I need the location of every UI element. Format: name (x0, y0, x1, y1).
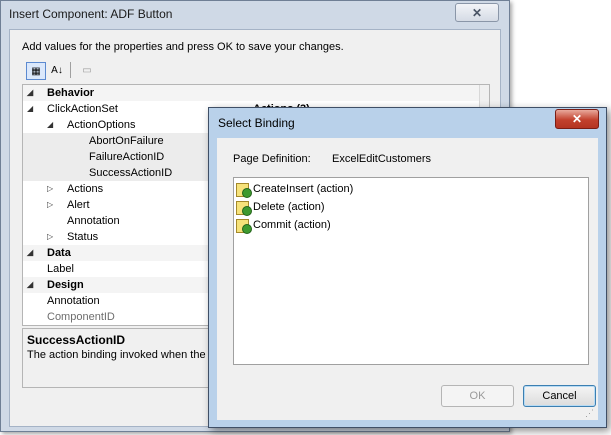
dialog-client-area: Page Definition: ExcelEditCustomers Crea… (217, 138, 598, 420)
action-binding-icon (236, 182, 252, 198)
property-label: Status (67, 231, 99, 243)
binding-label: Commit (action) (253, 219, 331, 231)
cancel-button[interactable]: Cancel (523, 385, 596, 407)
property-label: Label (47, 263, 74, 275)
dialog-close-button[interactable]: ✕ (555, 109, 599, 129)
binding-list-item[interactable]: Commit (action) (236, 216, 331, 234)
binding-list-item[interactable]: Delete (action) (236, 198, 325, 216)
select-binding-dialog: Select Binding ✕ Page Definition: ExcelE… (208, 107, 607, 428)
sort-az-icon: A↓ (51, 64, 63, 76)
resize-grip-icon[interactable]: ⋰ (585, 408, 594, 419)
categorized-icon: ▦ (31, 65, 41, 77)
property-label: Annotation (67, 215, 120, 227)
property-label: Annotation (47, 295, 100, 307)
category-label: Data (47, 247, 71, 259)
property-label: FailureActionID (89, 151, 165, 163)
collapse-icon[interactable]: ◢ (27, 101, 33, 117)
instructions-text: Add values for the properties and press … (22, 41, 344, 53)
category-label: Behavior (47, 87, 95, 99)
property-label: Actions (67, 183, 104, 195)
page-definition-label: Page Definition: (233, 153, 311, 165)
expand-icon[interactable]: ▷ (47, 181, 53, 197)
binding-list-item[interactable]: CreateInsert (action) (236, 180, 353, 198)
window-title: Insert Component: ADF Button (9, 7, 173, 21)
binding-list[interactable]: CreateInsert (action) Delete (action) Comm… (233, 177, 589, 365)
action-binding-icon (236, 200, 252, 216)
property-label: ActionOptions (67, 119, 136, 131)
property-label: ClickActionSet (47, 103, 118, 115)
expand-icon[interactable]: ▷ (47, 229, 53, 245)
property-label: AbortOnFailure (89, 135, 164, 147)
property-label: SuccessActionID (89, 167, 173, 179)
ok-button[interactable]: OK (441, 385, 514, 407)
property-pages-icon: ▭ (82, 64, 92, 76)
property-pages-button[interactable]: ▭ (78, 62, 96, 78)
action-binding-icon (236, 218, 252, 234)
category-row[interactable]: ◢ Behavior (23, 85, 489, 101)
close-icon: ✕ (471, 5, 483, 20)
expand-icon[interactable]: ▷ (47, 197, 53, 213)
sort-alphabetical-button[interactable]: A↓ (48, 62, 66, 78)
binding-label: Delete (action) (253, 201, 325, 213)
property-label: ComponentID (47, 311, 115, 323)
close-button[interactable]: ✕ (455, 3, 499, 22)
binding-label: CreateInsert (action) (253, 183, 354, 195)
dialog-title: Select Binding (218, 116, 295, 130)
page-definition-value: ExcelEditCustomers (332, 153, 432, 165)
description-text: The action binding invoked when the (27, 349, 206, 361)
toolbar-separator (70, 62, 71, 78)
close-icon: ✕ (571, 112, 583, 126)
category-label: Design (47, 279, 84, 291)
property-label: Alert (67, 199, 90, 211)
collapse-icon[interactable]: ◢ (27, 85, 33, 101)
categorized-view-button[interactable]: ▦ (26, 62, 46, 80)
collapse-icon[interactable]: ◢ (47, 117, 53, 133)
description-title: SuccessActionID (27, 333, 126, 347)
collapse-icon[interactable]: ◢ (27, 277, 33, 293)
collapse-icon[interactable]: ◢ (27, 245, 33, 261)
